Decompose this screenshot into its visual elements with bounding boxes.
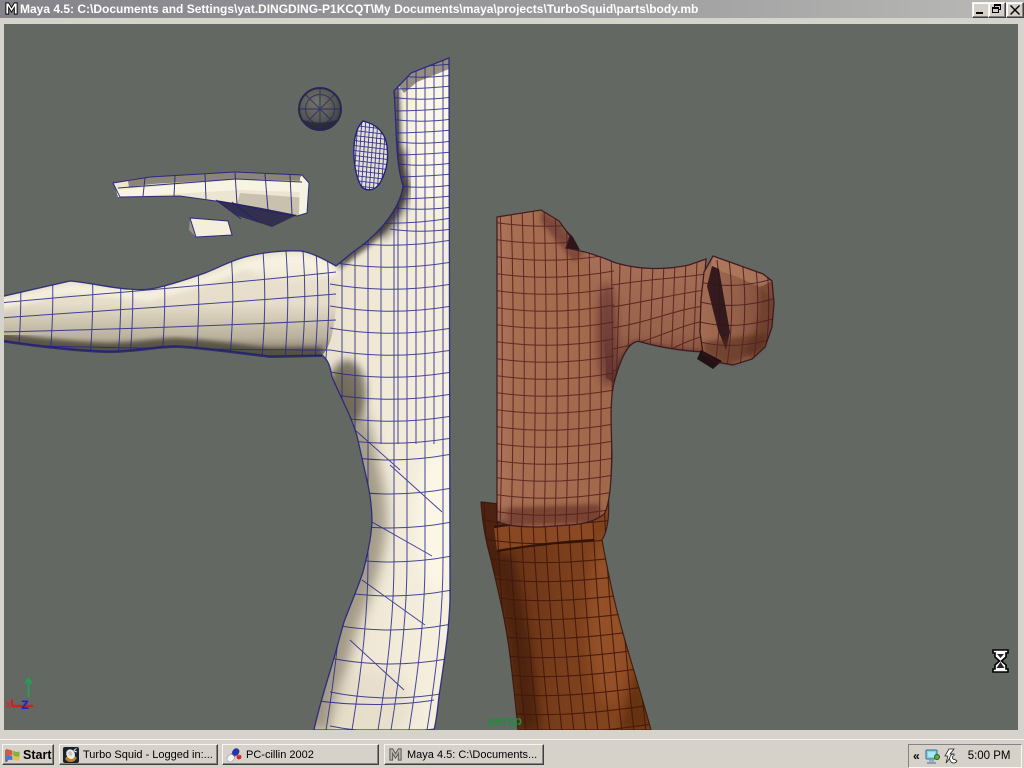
- svg-text:x: x: [5, 697, 12, 711]
- svg-text:z: z: [21, 696, 29, 713]
- svg-text:persp: persp: [488, 714, 522, 728]
